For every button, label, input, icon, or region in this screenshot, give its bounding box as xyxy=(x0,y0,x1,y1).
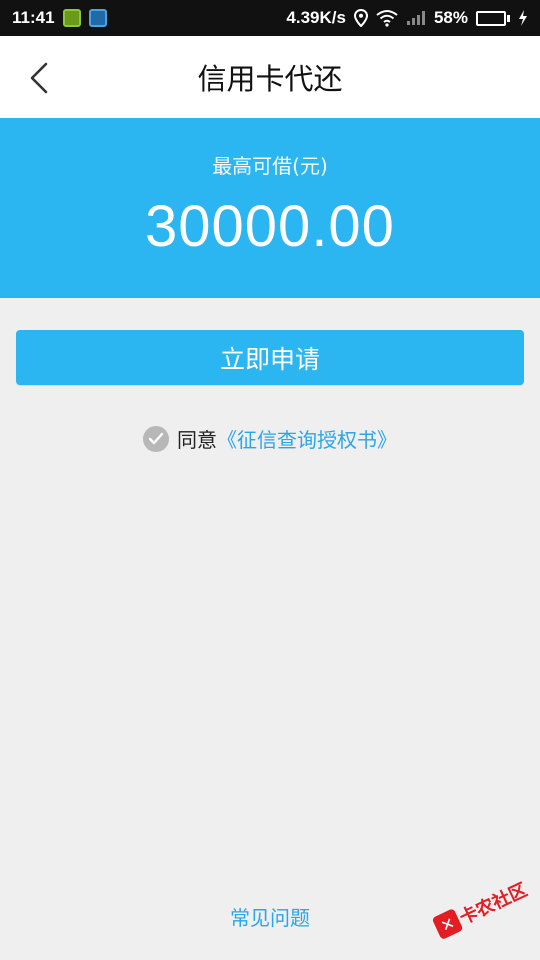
credit-authorization-link[interactable]: 《征信查询授权书》 xyxy=(217,424,397,453)
battery-icon xyxy=(476,10,510,26)
watermark-text: 卡农社区 xyxy=(456,879,531,930)
status-right: 4.39K/s 58% xyxy=(286,8,528,28)
page-title: 信用卡代还 xyxy=(197,62,343,96)
agreement-row: 同意 《征信查询授权书》 xyxy=(0,424,540,453)
credit-limit-label: 最高可借(元) xyxy=(212,154,328,178)
watermark: ✕ 卡农社区 xyxy=(420,851,540,960)
status-bar: 11:41 4.39K/s 58% xyxy=(0,0,540,36)
location-icon xyxy=(353,9,368,27)
signal-icon xyxy=(406,11,425,25)
agreement-prefix: 同意 xyxy=(177,428,217,452)
network-speed: 4.39K/s xyxy=(286,8,346,27)
checkmark-icon xyxy=(148,432,164,444)
credit-limit-banner: 最高可借(元) 30000.00 xyxy=(0,118,540,298)
agree-checkbox[interactable] xyxy=(143,425,169,452)
wechat-notification-icon xyxy=(62,9,81,27)
status-left: 11:41 xyxy=(12,8,107,28)
credit-limit-amount: 30000.00 xyxy=(145,194,395,259)
back-arrow-icon[interactable] xyxy=(26,60,56,96)
screenshot-notification-icon xyxy=(88,9,107,27)
charging-icon xyxy=(519,10,527,26)
battery-percent: 58% xyxy=(433,8,468,27)
status-time: 11:41 xyxy=(12,8,55,27)
apply-now-button[interactable]: 立即申请 xyxy=(16,330,524,385)
wifi-icon xyxy=(376,10,398,27)
nav-bar: 信用卡代还 xyxy=(0,36,540,118)
